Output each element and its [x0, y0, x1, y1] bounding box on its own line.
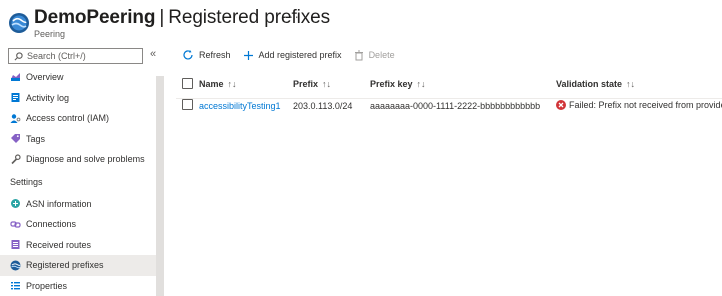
sidebar-item-access-control[interactable]: Access control (IAM)	[0, 108, 156, 129]
sort-icon: ↑↓	[626, 79, 636, 89]
validation-state-text: Failed: Prefix not received from provide…	[569, 100, 722, 110]
sidebar-item-diagnose[interactable]: Diagnose and solve problems	[0, 149, 156, 170]
sidebar-item-received-routes[interactable]: Received routes	[0, 235, 156, 256]
column-header-prefix-key[interactable]: Prefix key ↑↓	[370, 79, 426, 89]
sidebar-item-tags[interactable]: Tags	[0, 129, 156, 150]
sidebar-item-asn-information[interactable]: ASN information	[0, 194, 156, 215]
table-header: Name ↑↓ Prefix ↑↓ Prefix key ↑↓ Validation …	[176, 70, 722, 99]
received-routes-icon	[10, 239, 21, 250]
sort-icon: ↑↓	[227, 79, 237, 89]
prefix-key-cell: aaaaaaaa-0000-1111-2222-bbbbbbbbbbbb	[370, 101, 541, 111]
add-icon	[243, 50, 253, 60]
delete-button[interactable]: Delete	[354, 50, 395, 61]
refresh-label: Refresh	[199, 50, 231, 60]
page-header: DemoPeering | Registered prefixes ··· Peer…	[0, 0, 722, 44]
wrench-icon	[10, 154, 21, 165]
prefix-name-link[interactable]: accessibilityTesting1	[199, 101, 281, 111]
resource-type-label: Peering	[34, 29, 66, 39]
sidebar-item-connections[interactable]: Connections	[0, 214, 156, 235]
sidebar-item-label: Received routes	[26, 239, 92, 250]
sidebar-item-registered-prefixes[interactable]: Registered prefixes	[0, 255, 156, 276]
more-options-button[interactable]: ···	[283, 8, 300, 24]
prefix-cell: 203.0.113.0/24	[293, 101, 353, 111]
properties-icon	[10, 280, 21, 291]
sidebar-item-overview[interactable]: Overview	[0, 67, 156, 88]
delete-label: Delete	[368, 50, 395, 60]
column-header-validation-state[interactable]: Validation state ↑↓	[556, 79, 635, 89]
sidebar-item-label: Tags	[26, 133, 46, 144]
refresh-icon	[183, 50, 193, 60]
add-registered-prefix-button[interactable]: Add registered prefix	[243, 50, 342, 61]
resource-name: DemoPeering	[34, 7, 156, 28]
sidebar-item-label: Overview	[26, 72, 64, 83]
blade-title: Registered prefixes	[168, 7, 331, 28]
title-separator: |	[159, 7, 165, 28]
validation-state-cell: Failed: Prefix not received from provide…	[556, 100, 722, 110]
row-checkbox[interactable]	[182, 99, 193, 110]
column-header-prefix[interactable]: Prefix ↑↓	[293, 79, 331, 89]
sidebar-item-label: Activity log	[26, 92, 70, 103]
peering-icon	[9, 13, 29, 33]
sidebar-item-label: ASN information	[26, 198, 92, 209]
connections-icon	[10, 219, 21, 230]
add-registered-prefix-label: Add registered prefix	[258, 50, 342, 60]
sidebar-item-label: Connections	[26, 219, 77, 230]
table-row[interactable]: accessibilityTesting1 203.0.113.0/24 aaa…	[176, 99, 722, 121]
collapse-sidebar-button[interactable]: «	[150, 48, 156, 60]
tag-icon	[10, 133, 21, 144]
command-bar: Refresh Add registered prefix Delete	[182, 48, 407, 62]
access-control-icon	[10, 113, 21, 124]
sidebar-item-label: Diagnose and solve problems	[26, 154, 145, 165]
sidebar-item-label: Registered prefixes	[26, 260, 104, 271]
select-all-checkbox[interactable]	[182, 78, 193, 89]
sidebar-item-label: Access control (IAM)	[26, 113, 110, 124]
sidebar-scrollbar[interactable]	[156, 76, 164, 296]
sidebar-nav: Overview Activity log Access control (IA…	[0, 67, 156, 296]
activity-log-icon	[10, 92, 21, 103]
error-icon	[556, 100, 566, 110]
sort-icon: ↑↓	[416, 79, 426, 89]
refresh-button[interactable]: Refresh	[182, 49, 231, 61]
overview-icon	[10, 72, 21, 83]
search-input[interactable]	[27, 51, 137, 61]
asn-icon	[10, 198, 21, 209]
search-box[interactable]	[8, 48, 143, 64]
search-icon	[14, 51, 23, 60]
trash-icon	[354, 50, 363, 60]
sidebar-section-settings: Settings	[10, 176, 43, 187]
sort-icon: ↑↓	[322, 79, 332, 89]
sidebar-item-properties[interactable]: Properties	[0, 276, 156, 296]
column-header-name[interactable]: Name ↑↓	[199, 79, 237, 89]
sidebar: « Overview Activity log Access control (…	[0, 44, 166, 296]
sidebar-item-activity-log[interactable]: Activity log	[0, 88, 156, 109]
sidebar-item-label: Properties	[26, 280, 68, 291]
peering-icon	[10, 260, 21, 271]
